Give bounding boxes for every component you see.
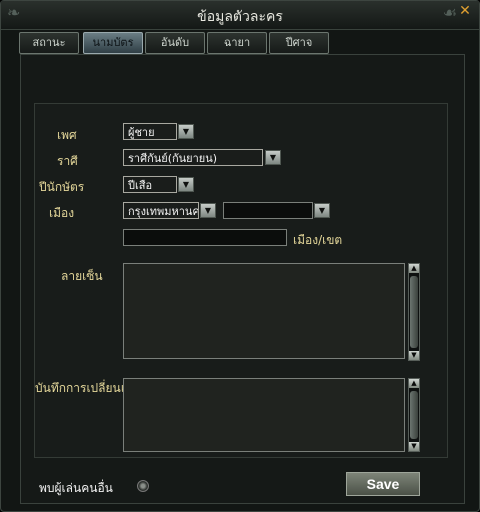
city-dropdown-icon[interactable]: ▼	[200, 203, 216, 218]
signature-scrollbar[interactable]: ▲ ▼	[408, 263, 420, 361]
scroll-down-icon[interactable]: ▼	[409, 442, 419, 451]
signature-label: ลายเซ็น	[61, 269, 103, 283]
city-select[interactable]: กรุงเทพมหานค	[123, 202, 199, 219]
save-button[interactable]: Save	[346, 472, 420, 496]
district-label: เมือง/เขต	[293, 233, 343, 247]
see-players-radio[interactable]	[137, 480, 149, 492]
year-dropdown-icon[interactable]: ▼	[178, 177, 194, 192]
close-icon[interactable]: ✕	[457, 3, 473, 19]
tab-status[interactable]: สถานะ	[19, 32, 79, 54]
district-input[interactable]	[123, 229, 287, 246]
signature-textarea[interactable]	[123, 263, 405, 359]
district-select[interactable]	[223, 202, 313, 219]
gender-dropdown-icon[interactable]: ▼	[178, 124, 194, 139]
gender-select[interactable]: ผู้ชาย	[123, 123, 177, 140]
district-dropdown-icon[interactable]: ▼	[314, 203, 330, 218]
zodiac-dropdown-icon[interactable]: ▼	[265, 150, 281, 165]
tab-demon[interactable]: ปีศาจ	[269, 32, 329, 54]
tab-ranking[interactable]: อันดับ	[145, 32, 205, 54]
scroll-down-icon[interactable]: ▼	[409, 351, 419, 360]
city-label: เมือง	[49, 206, 75, 220]
scroll-thumb[interactable]	[410, 391, 418, 439]
window-title: ข้อมูลตัวละคร	[197, 9, 283, 25]
changes-textarea[interactable]	[123, 378, 405, 452]
changes-label: บันทึกการเปลี่ยนแปลง	[35, 381, 123, 395]
tab-namecard[interactable]: นามบัตร	[83, 32, 143, 54]
year-select[interactable]: ปีเสือ	[123, 176, 177, 193]
year-label: ปีนักษัตร	[39, 180, 85, 194]
changes-scrollbar[interactable]: ▲ ▼	[408, 378, 420, 452]
scroll-thumb[interactable]	[410, 276, 418, 348]
see-players-label: พบผู้เล่นคนอื่น	[39, 481, 113, 495]
gender-label: เพศ	[57, 128, 77, 142]
tab-titles[interactable]: ฉายา	[207, 32, 267, 54]
title-bar[interactable]: ❧ ข้อมูลตัวละคร ☙ ✕	[1, 1, 479, 30]
scroll-up-icon[interactable]: ▲	[409, 379, 419, 388]
character-info-window: ❧ ข้อมูลตัวละคร ☙ ✕ สถานะ นามบัตร อันดับ…	[0, 0, 480, 512]
scroll-up-icon[interactable]: ▲	[409, 264, 419, 273]
zodiac-label: ราศี	[57, 154, 78, 168]
zodiac-select[interactable]: ราศีกันย์(กันยายน)	[123, 149, 263, 166]
corner-ornament-right: ☙	[442, 3, 457, 22]
